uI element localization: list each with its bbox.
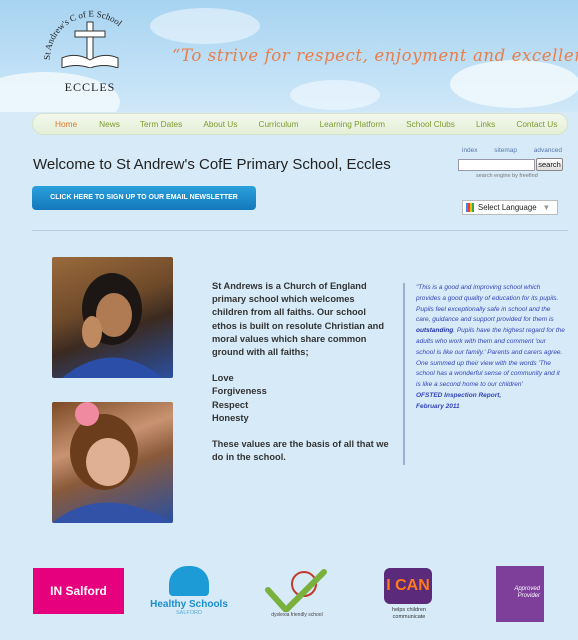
cloud-decoration (290, 80, 380, 110)
dyslexia-tick-icon (265, 569, 327, 612)
nav-item-contact-us[interactable]: Contact Us (516, 119, 557, 129)
school-crest-logo[interactable]: St Andrew's C of E School ECCLES (40, 8, 140, 100)
quote-source-line1: OFSTED Inspection Report, (416, 391, 502, 399)
search-link-sitemap[interactable]: sitemap (494, 147, 517, 154)
nav-item-home[interactable]: Home (55, 119, 77, 129)
search-link-index[interactable]: index (462, 147, 478, 154)
dyslexia-logo-text: dyslexia friendly school (271, 612, 323, 618)
search-button[interactable]: search (536, 158, 563, 171)
ofsted-quote: "This is a good and improving school whi… (403, 283, 566, 465)
quote-emphasis: outstanding (416, 327, 454, 335)
value-item: Forgiveness (212, 386, 267, 397)
header-banner: St Andrew's C of E School ECCLES “To str… (0, 0, 578, 112)
ican-logo[interactable]: I CAN helps children communicate (384, 568, 434, 624)
crest-bottom-text: ECCLES (64, 80, 116, 94)
mission-intro: St Andrews is a Church of England primar… (212, 281, 385, 358)
search-link-advanced[interactable]: advanced (534, 147, 562, 154)
dyslexia-friendly-logo[interactable]: dyslexia friendly school (264, 568, 330, 624)
mission-statement: St Andrews is a Church of England primar… (212, 280, 392, 477)
nav-item-term-dates[interactable]: Term Dates (140, 119, 182, 129)
newsletter-signup-button[interactable]: CLICK HERE TO SIGN UP TO OUR EMAIL NEWSL… (32, 186, 256, 210)
quote-text-part1: "This is a good and improving school whi… (416, 284, 559, 324)
nav-item-curriculum[interactable]: Curriculum (258, 119, 298, 129)
values-list: Love Forgiveness Respect Honesty (212, 372, 392, 425)
ican-subtitle: helps children communicate (392, 607, 426, 620)
healthy-schools-logo[interactable]: Healthy Schools SALFORD (146, 566, 232, 624)
quote-source: OFSTED Inspection Report, February 2011 (416, 391, 566, 413)
content-divider (32, 230, 568, 231)
main-navigation: Home News Term Dates About Us Curriculum… (32, 113, 568, 135)
search-links: index sitemap advanced (462, 147, 562, 154)
healthy-schools-subtitle: SALFORD (176, 610, 202, 616)
photo-pupil-praying (52, 257, 173, 378)
photo-pupil-writing (52, 402, 173, 523)
language-selector-label: Select Language (478, 203, 537, 212)
nav-item-school-clubs[interactable]: School Clubs (406, 119, 455, 129)
cloud-decoration (450, 60, 578, 108)
school-motto: “To strive for respect, enjoyment and ex… (172, 46, 578, 65)
nav-item-links[interactable]: Links (476, 119, 495, 129)
quote-text-part2: . Pupils have the highest regard for the… (416, 327, 565, 389)
quote-source-line2: February 2011 (416, 402, 460, 410)
nav-item-learning-platform[interactable]: Learning Platform (320, 119, 386, 129)
value-item: Respect (212, 399, 249, 410)
search-input[interactable] (458, 159, 535, 171)
language-selector[interactable]: Select Language ▼ (462, 200, 558, 215)
nav-item-about-us[interactable]: About Us (203, 119, 237, 129)
language-dropdown-arrow-icon: ▼ (542, 203, 551, 212)
page-title: Welcome to St Andrew's CofE Primary Scho… (33, 156, 391, 173)
healthy-schools-title: Healthy Schools (150, 599, 228, 610)
in-salford-logo[interactable]: IN Salford (33, 568, 124, 614)
value-item: Honesty (212, 412, 249, 423)
nav-item-news[interactable]: News (99, 119, 120, 129)
search-engine-credit[interactable]: search engine by freefind (476, 173, 538, 179)
cloud-decoration (150, 8, 260, 44)
approved-provider-logo[interactable]: Approved Provider (496, 566, 544, 622)
ican-bubble: I CAN (384, 568, 432, 604)
crest-emblem-icon: St Andrew's C of E School (42, 9, 124, 68)
value-item: Love (212, 373, 234, 384)
healthy-schools-emblem-icon (169, 566, 209, 596)
google-translate-icon (466, 203, 474, 212)
mission-closing: These values are the basis of all that w… (212, 439, 389, 463)
